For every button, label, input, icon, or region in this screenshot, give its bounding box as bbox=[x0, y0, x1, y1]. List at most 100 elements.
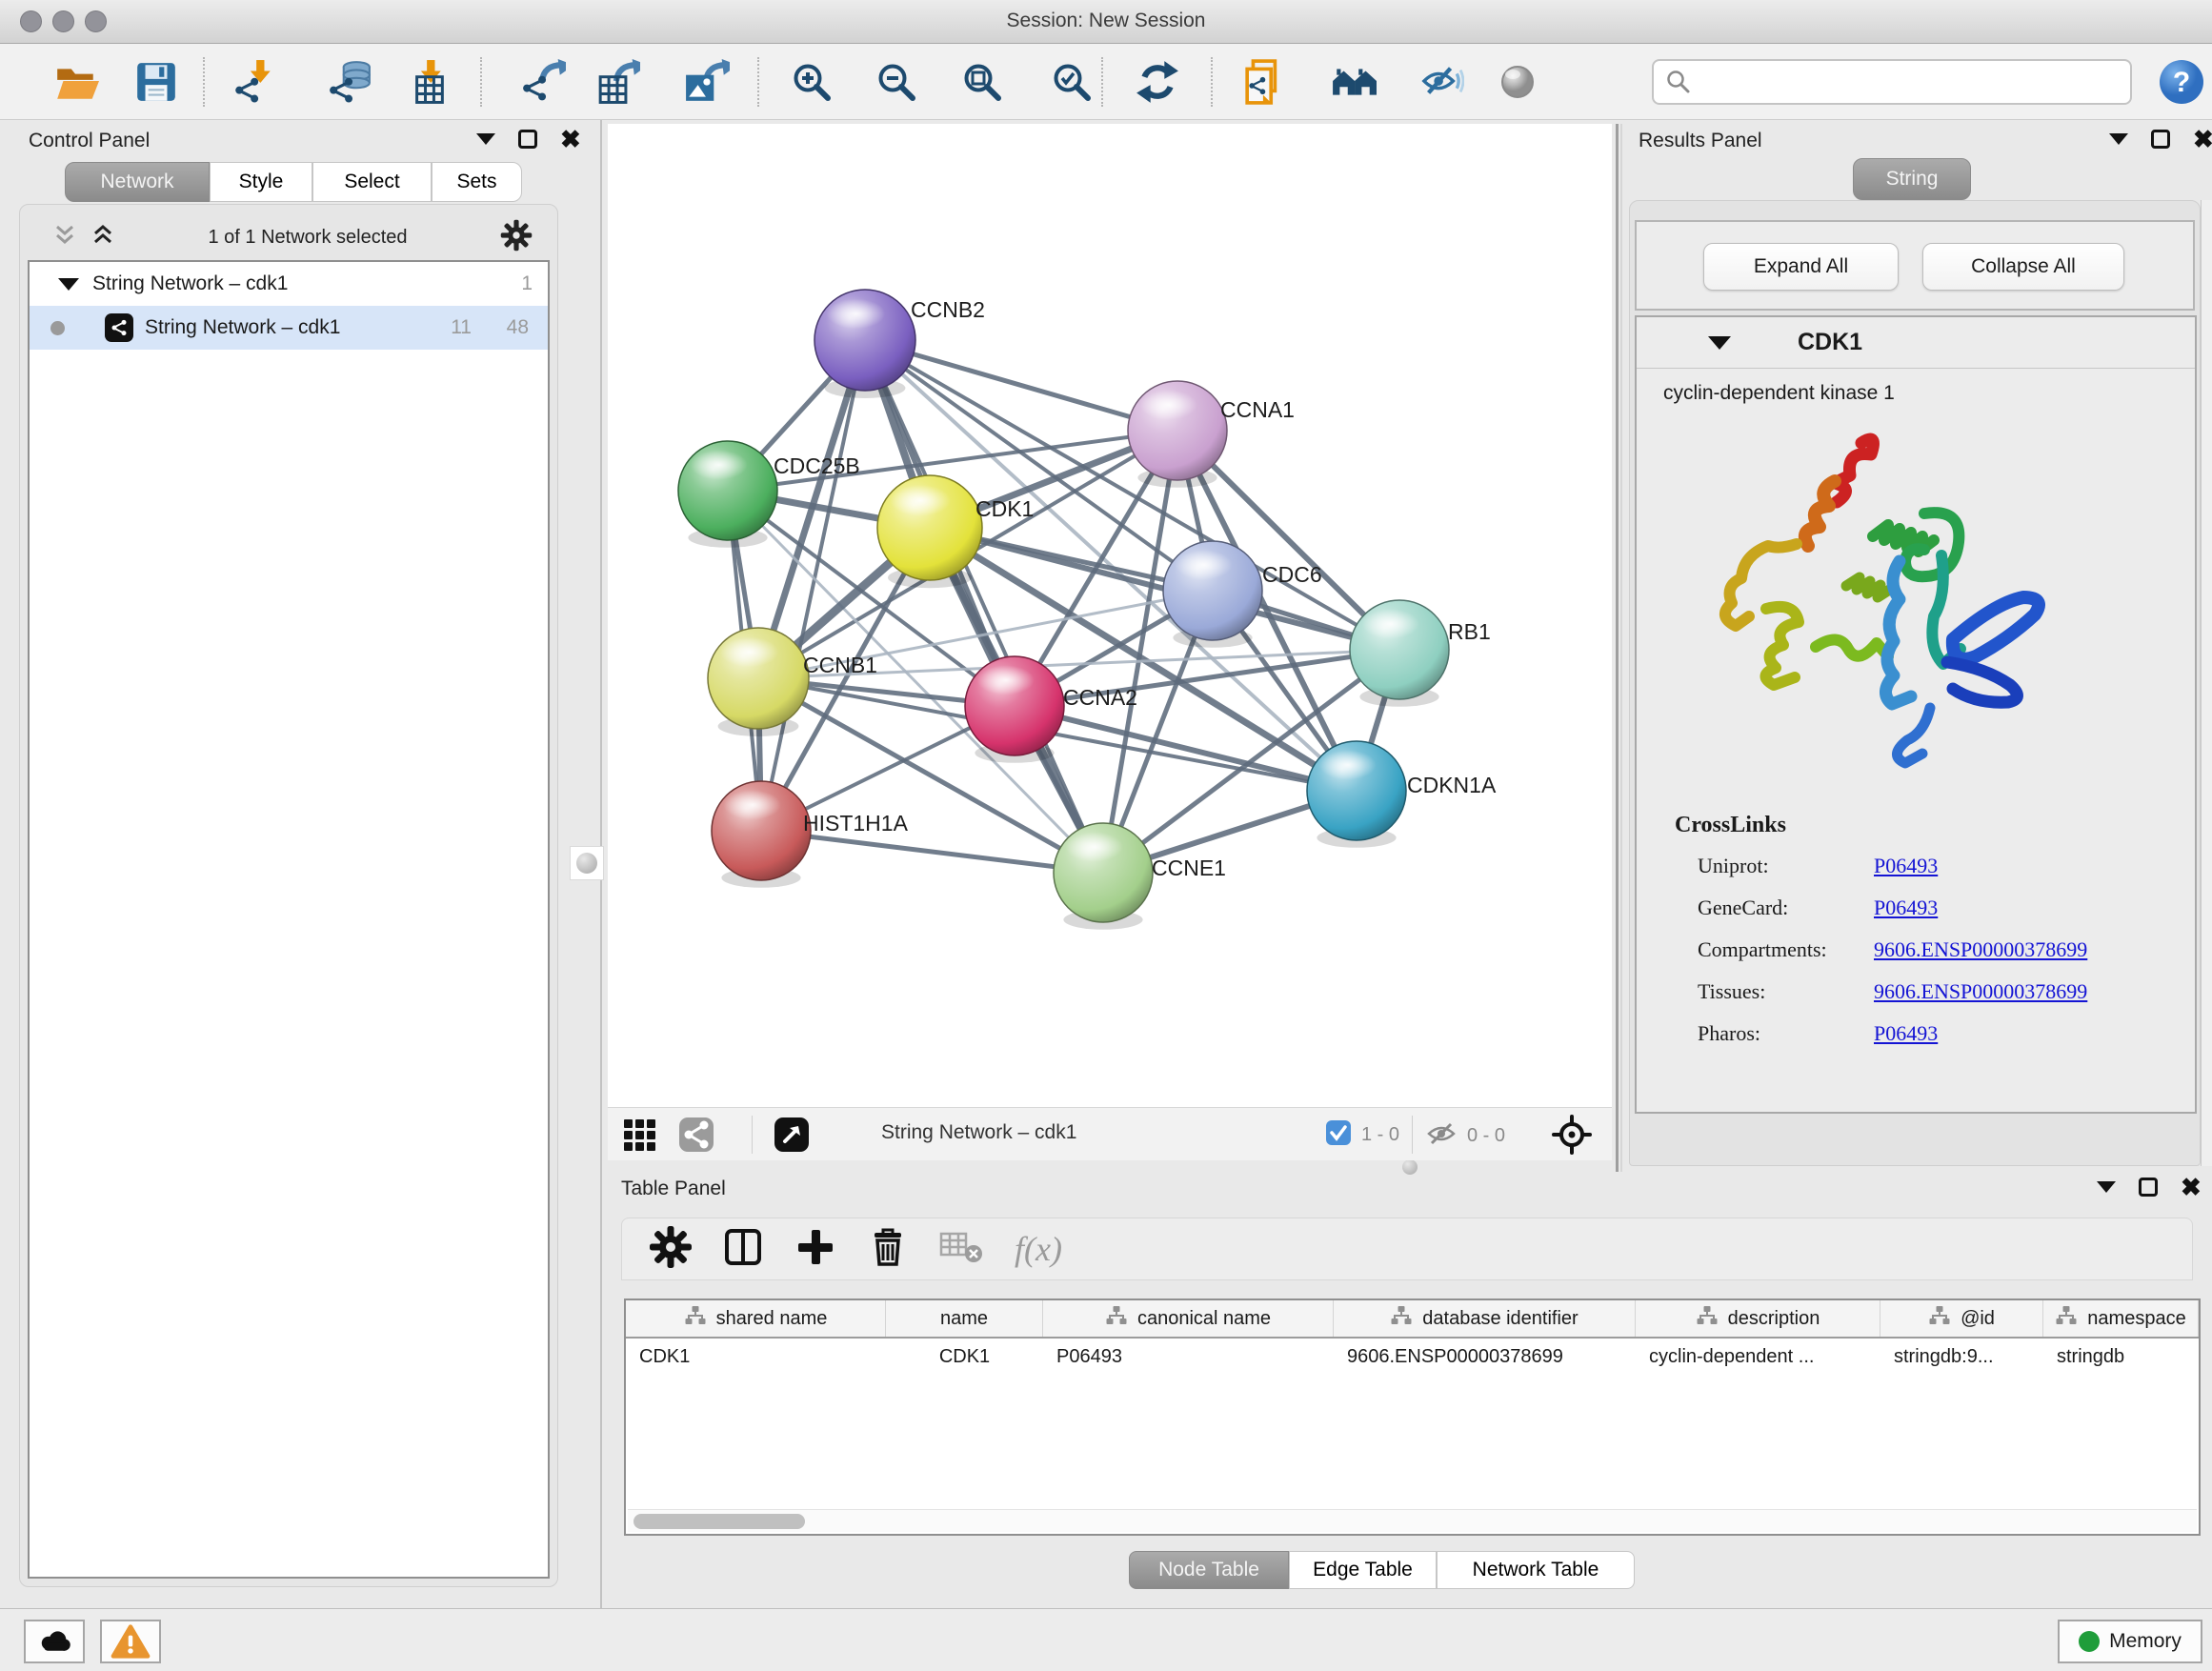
network-node-RB1[interactable]: RB1 bbox=[1350, 600, 1491, 707]
network-node-CCNB2[interactable]: CCNB2 bbox=[814, 290, 985, 398]
open-in-window-icon[interactable] bbox=[772, 1116, 812, 1154]
network-svg[interactable]: CCNB2 CCNA1 bbox=[608, 124, 1612, 1107]
protein-collapse-icon[interactable] bbox=[1708, 336, 1731, 350]
expand-all-button[interactable]: Expand All bbox=[1703, 243, 1899, 291]
export-image-button[interactable] bbox=[678, 53, 735, 111]
network-collection-row[interactable]: String Network – cdk1 1 bbox=[30, 262, 548, 306]
toolbar-separator bbox=[203, 57, 205, 107]
network-row[interactable]: String Network – cdk1 11 48 bbox=[30, 306, 548, 350]
column-header-namespace[interactable]: namespace bbox=[2043, 1300, 2199, 1337]
tab-edge-table[interactable]: Edge Table bbox=[1289, 1551, 1437, 1589]
crosslink-link[interactable]: P06493 bbox=[1874, 896, 1938, 919]
network-label: String Network – cdk1 bbox=[145, 316, 340, 339]
tab-sets[interactable]: Sets bbox=[432, 162, 522, 202]
cell-description: cyclin-dependent ... bbox=[1636, 1339, 1880, 1377]
table-panel-menu-icon[interactable] bbox=[2097, 1181, 2116, 1193]
network-options-gear-icon[interactable] bbox=[500, 219, 533, 256]
zoom-fit-button[interactable] bbox=[954, 53, 1011, 111]
collection-count: 1 bbox=[521, 272, 533, 295]
network-node-CCNA1[interactable]: CCNA1 bbox=[1128, 381, 1295, 488]
control-panel-float-icon[interactable] bbox=[518, 130, 537, 149]
right-splitter[interactable] bbox=[1616, 124, 1619, 1172]
column-header-database-identifier[interactable]: database identifier bbox=[1334, 1300, 1636, 1337]
network-node-HIST1H1A[interactable]: HIST1H1A bbox=[712, 781, 909, 888]
collapse-all-button[interactable]: Collapse All bbox=[1922, 243, 2124, 291]
birdseye-grid-icon[interactable] bbox=[615, 1112, 663, 1158]
column-header-shared-name[interactable]: shared name bbox=[626, 1300, 886, 1337]
network-canvas[interactable]: CCNB2 CCNA1 bbox=[608, 124, 1612, 1107]
crosslink-link[interactable]: P06493 bbox=[1874, 854, 1938, 877]
memory-status-dot bbox=[2079, 1631, 2100, 1652]
table-panel-close-icon[interactable]: ✖ bbox=[2181, 1178, 2202, 1197]
import-table-button[interactable] bbox=[395, 53, 452, 111]
table-panel-float-icon[interactable] bbox=[2139, 1178, 2158, 1197]
duplicate-network-button[interactable] bbox=[1237, 53, 1295, 111]
table-options-gear-icon[interactable] bbox=[649, 1225, 693, 1274]
protein-card-header[interactable]: CDK1 bbox=[1637, 317, 2195, 369]
memory-button[interactable]: Memory bbox=[2058, 1620, 2202, 1663]
left-splitter-handle[interactable] bbox=[570, 846, 604, 880]
import-database-button[interactable] bbox=[321, 53, 378, 111]
protein-name: CDK1 bbox=[1798, 329, 1862, 356]
help-button[interactable]: ? bbox=[2153, 53, 2210, 111]
results-panel-close-icon[interactable]: ✖ bbox=[2193, 130, 2212, 149]
save-session-button[interactable] bbox=[128, 53, 185, 111]
network-node-CDKN1A[interactable]: CDKN1A bbox=[1307, 741, 1497, 848]
tab-string[interactable]: String bbox=[1853, 158, 1971, 200]
cell-database-identifier: 9606.ENSP00000378699 bbox=[1334, 1339, 1636, 1377]
table-add-icon[interactable] bbox=[794, 1225, 837, 1274]
control-panel-close-icon[interactable]: ✖ bbox=[560, 130, 581, 149]
crosslink-link[interactable]: 9606.ENSP00000378699 bbox=[1874, 979, 2087, 1003]
table-delete-icon[interactable] bbox=[866, 1225, 910, 1274]
table-columns-icon[interactable] bbox=[721, 1225, 765, 1274]
export-network-button[interactable] bbox=[514, 53, 572, 111]
node-label-CDC6: CDC6 bbox=[1262, 562, 1322, 587]
crosslink-link[interactable]: 9606.ENSP00000378699 bbox=[1874, 937, 2087, 961]
control-panel-menu-icon[interactable] bbox=[476, 133, 495, 145]
column-header-description[interactable]: description bbox=[1636, 1300, 1880, 1337]
network-node-CDC6[interactable]: CDC6 bbox=[1163, 541, 1322, 648]
crosslink-link[interactable]: P06493 bbox=[1874, 1021, 1938, 1045]
network-node-CDK1[interactable]: CDK1 bbox=[877, 475, 1034, 588]
network-node-CCNA2[interactable]: CCNA2 bbox=[965, 656, 1137, 763]
network-share-icon[interactable] bbox=[673, 1112, 720, 1158]
collapse-all-networks-icon[interactable] bbox=[52, 223, 77, 252]
column-header-canonical-name[interactable]: canonical name bbox=[1043, 1300, 1334, 1337]
results-panel-float-icon[interactable] bbox=[2151, 130, 2170, 149]
node-table: shared namenamecanonical namedatabase id… bbox=[624, 1299, 2201, 1536]
crosslink-label: Tissues: bbox=[1698, 979, 1874, 1004]
column-header--id[interactable]: @id bbox=[1880, 1300, 2043, 1337]
column-header-name[interactable]: name bbox=[886, 1300, 1043, 1337]
expand-all-networks-icon[interactable] bbox=[90, 223, 115, 252]
tab-style[interactable]: Style bbox=[210, 162, 312, 202]
results-scrollbar[interactable] bbox=[2201, 200, 2212, 1166]
zoom-out-button[interactable] bbox=[868, 53, 925, 111]
warning-button[interactable] bbox=[100, 1620, 161, 1663]
collection-collapse-icon[interactable] bbox=[58, 278, 79, 291]
expand-collapse-card: Expand All Collapse All bbox=[1635, 220, 2195, 311]
crosslinks-heading: CrossLinks bbox=[1675, 813, 2170, 838]
zoom-in-button[interactable] bbox=[783, 53, 840, 111]
fit-crosshair-icon[interactable] bbox=[1549, 1114, 1595, 1156]
hidden-counts: 0 - 0 bbox=[1467, 1125, 1505, 1147]
network-node-CCNB1[interactable]: CCNB1 bbox=[708, 628, 877, 736]
cloud-button[interactable] bbox=[24, 1620, 85, 1663]
import-network-button[interactable] bbox=[225, 53, 282, 111]
show-all-button[interactable] bbox=[1489, 53, 1546, 111]
tab-network-table[interactable]: Network Table bbox=[1437, 1551, 1635, 1589]
open-session-button[interactable] bbox=[48, 53, 105, 111]
tab-network[interactable]: Network bbox=[65, 162, 210, 202]
zoom-selected-button[interactable] bbox=[1043, 53, 1100, 111]
hide-selected-button[interactable] bbox=[1413, 53, 1470, 111]
tab-select[interactable]: Select bbox=[312, 162, 432, 202]
table-hscrollbar-thumb[interactable] bbox=[633, 1514, 805, 1529]
network-list: String Network – cdk1 1 String Network –… bbox=[28, 260, 550, 1579]
selected-checkbox-icon[interactable] bbox=[1325, 1119, 1352, 1151]
table-row[interactable]: CDK1CDK1P064939606.ENSP00000378699cyclin… bbox=[626, 1339, 2199, 1377]
export-table-button[interactable] bbox=[589, 53, 646, 111]
first-neighbors-button[interactable] bbox=[1325, 53, 1382, 111]
tab-node-table[interactable]: Node Table bbox=[1129, 1551, 1289, 1589]
results-panel-menu-icon[interactable] bbox=[2109, 133, 2128, 145]
refresh-button[interactable] bbox=[1129, 53, 1186, 111]
search-input[interactable] bbox=[1692, 63, 2130, 101]
